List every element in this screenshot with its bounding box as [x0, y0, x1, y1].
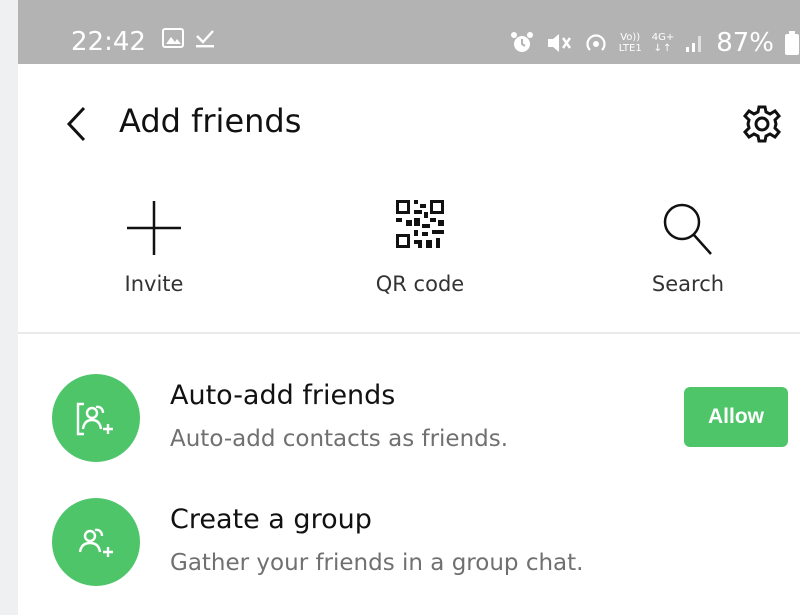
search-label: Search [651, 272, 725, 296]
qr-code-label: QR code [375, 272, 465, 296]
app-header: Add friends [18, 64, 800, 184]
qr-code-button[interactable]: QR code [320, 190, 520, 310]
list-item-create-group[interactable]: Create a group Gather your friends in a … [18, 498, 800, 598]
invite-label: Invite [124, 272, 184, 296]
alarm-icon [510, 32, 533, 52]
volte-label: Vo)) [620, 32, 641, 43]
auto-add-title: Auto-add friends [170, 380, 396, 411]
net-label: 4G+ [651, 32, 675, 43]
qr-code-icon [396, 200, 444, 248]
search-icon [663, 203, 712, 255]
divider [18, 332, 800, 334]
create-group-title: Create a group [170, 504, 372, 535]
volte-icon: Vo)) LTE1 [619, 32, 642, 54]
list-item-auto-add-friends[interactable]: Auto-add friends Auto-add contacts as fr… [18, 374, 800, 474]
settings-button[interactable] [742, 104, 782, 144]
status-right-icons: Vo)) LTE1 4G+ ↓↑ 87% [509, 26, 800, 60]
status-time: 22:42 [71, 27, 146, 57]
mute-icon [547, 34, 571, 52]
battery-icon [785, 31, 799, 55]
battery-percent: 87% [716, 28, 774, 58]
plus-icon [127, 201, 181, 255]
lte-label: LTE1 [618, 43, 642, 54]
signal-icon [686, 36, 702, 52]
hotspot-icon [586, 34, 606, 51]
image-icon [162, 28, 184, 48]
action-shortcuts: Invite QR code Search [18, 190, 800, 310]
page-title: Add friends [119, 102, 302, 140]
status-bar: 22:42 Vo)) LTE1 4G+ ↓↑ 87% [18, 0, 800, 64]
auto-add-friends-icon [52, 374, 140, 462]
back-button[interactable] [62, 104, 92, 144]
search-button[interactable]: Search [588, 190, 788, 310]
screen: 22:42 Vo)) LTE1 4G+ ↓↑ 87% Add friends I… [18, 0, 800, 615]
4g-icon: 4G+ ↓↑ [651, 32, 675, 54]
auto-add-subtitle: Auto-add contacts as friends. [170, 426, 509, 452]
status-left-icons [162, 28, 216, 48]
create-group-icon [52, 498, 140, 586]
invite-button[interactable]: Invite [54, 190, 254, 310]
download-check-icon [196, 30, 214, 48]
allow-button[interactable]: Allow [684, 387, 788, 447]
create-group-subtitle: Gather your friends in a group chat. [170, 550, 584, 576]
